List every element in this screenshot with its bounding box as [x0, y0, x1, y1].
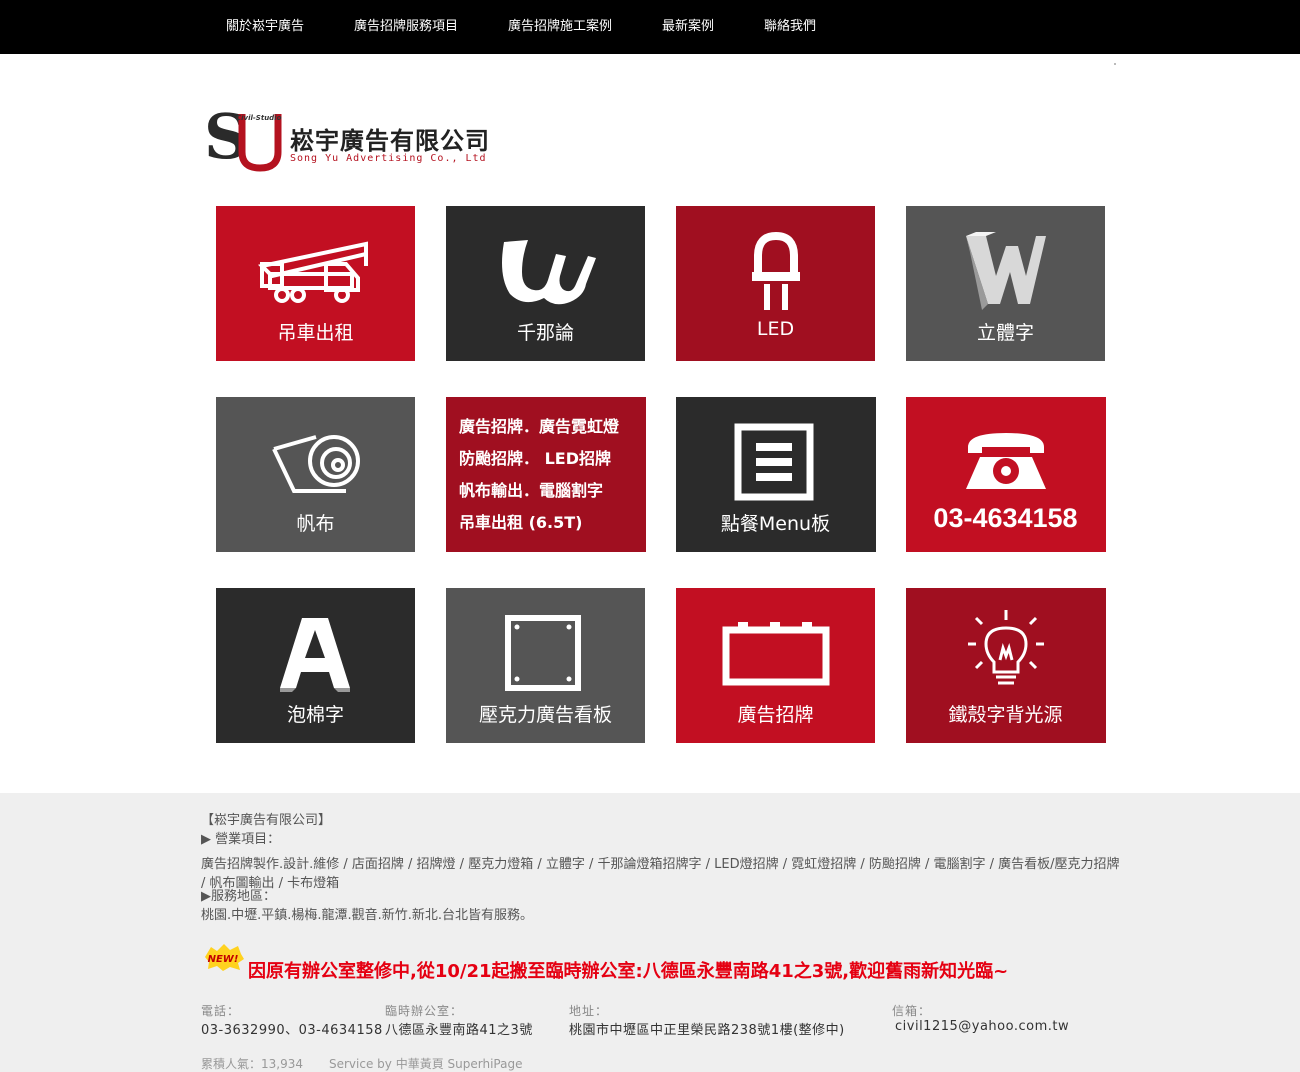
nav-services[interactable]: 廣告招牌服務項目 — [354, 0, 458, 54]
su-logo-icon: S — [204, 100, 282, 172]
top-navigation: 關於崧宇廣告 廣告招牌服務項目 廣告招牌施工案例 最新案例 聯絡我們 — [0, 0, 1300, 54]
temp-office-label: 臨時辦公室： — [385, 1004, 464, 1018]
tile-phone[interactable]: 03-4634158 — [906, 397, 1106, 552]
tile-label: 立體字 — [976, 322, 1034, 344]
logo-studio-text: Civil-Studio — [236, 114, 282, 122]
footer-area-heading: ▶服務地區： — [201, 889, 276, 904]
tile-label: 吊車出租 — [277, 322, 354, 344]
nav-about[interactable]: 關於崧宇廣告 — [226, 0, 304, 54]
service-credit-link[interactable]: Service by 中華黃頁 SuperhiPage — [329, 1055, 522, 1072]
new-badge-icon: NEW! — [205, 944, 244, 971]
tile-led[interactable]: LED — [676, 206, 875, 361]
tile-label: 帆布 — [296, 513, 335, 535]
tile-label: 廣告招牌 — [737, 704, 814, 726]
email-label: 信箱： — [892, 1004, 932, 1018]
tile-backlit-letter[interactable]: 鐵殼字背光源 — [906, 588, 1106, 743]
temp-office-value: 八德區永豐南路41之3號 — [385, 1023, 533, 1038]
nav-contact[interactable]: 聯絡我們 — [764, 0, 816, 54]
tile-label: 鐵殼字背光源 — [948, 704, 1063, 726]
tile-3d-letter[interactable]: 立體字 — [906, 206, 1105, 361]
address-label: 地址： — [569, 1004, 609, 1018]
footer-area: 桃園.中壢.平鎮.楊梅.龍潭.觀音.新竹.新北.台北皆有服務。 — [201, 908, 534, 923]
visit-counter: 累積人氣：13,934 — [201, 1057, 303, 1071]
tile-label: 泡棉字 — [286, 704, 344, 726]
phone-label: 電話： — [201, 1004, 241, 1018]
footer-company: 【崧宇廣告有限公司】 — [201, 813, 332, 828]
services-line: 防颱招牌． LED招牌 — [459, 449, 611, 468]
services-list: 廣告招牌．廣告霓虹燈 防颱招牌． LED招牌 帆布輸出．電腦割字 吊車出租 (6… — [459, 411, 619, 539]
nav-latest[interactable]: 最新案例 — [662, 0, 714, 54]
phone-number: 03-4634158 — [933, 503, 1078, 533]
services-line: 吊車出租 (6.5T) — [459, 513, 583, 532]
footer-items-heading: ▶ 營業項目： — [201, 832, 281, 847]
tile-foam-letter[interactable]: 泡棉字 — [216, 588, 415, 743]
tile-channel-letter[interactable]: 千那論 — [446, 206, 645, 361]
tile-label: 點餐Menu板 — [720, 513, 831, 535]
tile-menu-board[interactable]: 點餐Menu板 — [676, 397, 876, 552]
tile-acrylic-board[interactable]: 壓克力廣告看板 — [446, 588, 645, 743]
decorative-dot — [1114, 63, 1116, 65]
services-line: 廣告招牌．廣告霓虹燈 — [459, 417, 620, 436]
email-value[interactable]: civil1215@yahoo.com.tw — [895, 1019, 1069, 1034]
nav-cases[interactable]: 廣告招牌施工案例 — [508, 0, 612, 54]
tile-label: LED — [756, 318, 795, 340]
tile-canvas[interactable]: 帆布 — [216, 397, 415, 552]
tile-signboard[interactable]: 廣告招牌 — [676, 588, 875, 743]
company-english-name: Song Yu Advertising Co., Ltd — [290, 153, 487, 164]
services-line: 帆布輸出．電腦割字 — [459, 481, 604, 500]
tile-services-list[interactable]: 廣告招牌．廣告霓虹燈 防颱招牌． LED招牌 帆布輸出．電腦割字 吊車出租 (6… — [446, 397, 646, 552]
tile-label: 壓克力廣告看板 — [478, 704, 612, 726]
relocation-notice: 因原有辦公室整修中,從10/21起搬至臨時辦公室:八德區永豐南路41之3號,歡迎… — [248, 961, 1009, 982]
company-name: 崧宇廣告有限公司 — [290, 127, 490, 155]
tile-crane-rental[interactable]: 吊車出租 — [216, 206, 415, 361]
new-badge-text: NEW! — [208, 954, 239, 965]
company-logo[interactable]: S Civil-Studio 崧宇廣告有限公司 Song Yu Advertis… — [204, 100, 514, 174]
address-value: 桃園市中壢區中正里榮民路238號1樓(整修中) — [569, 1023, 845, 1038]
footer-items: 廣告招牌製作.設計.維修 / 店面招牌 / 招牌燈 / 壓克力燈箱 / 立體字 … — [201, 857, 1120, 891]
phone-value: 03-3632990、03-4634158 — [201, 1023, 383, 1038]
tile-label: 千那論 — [516, 322, 574, 344]
